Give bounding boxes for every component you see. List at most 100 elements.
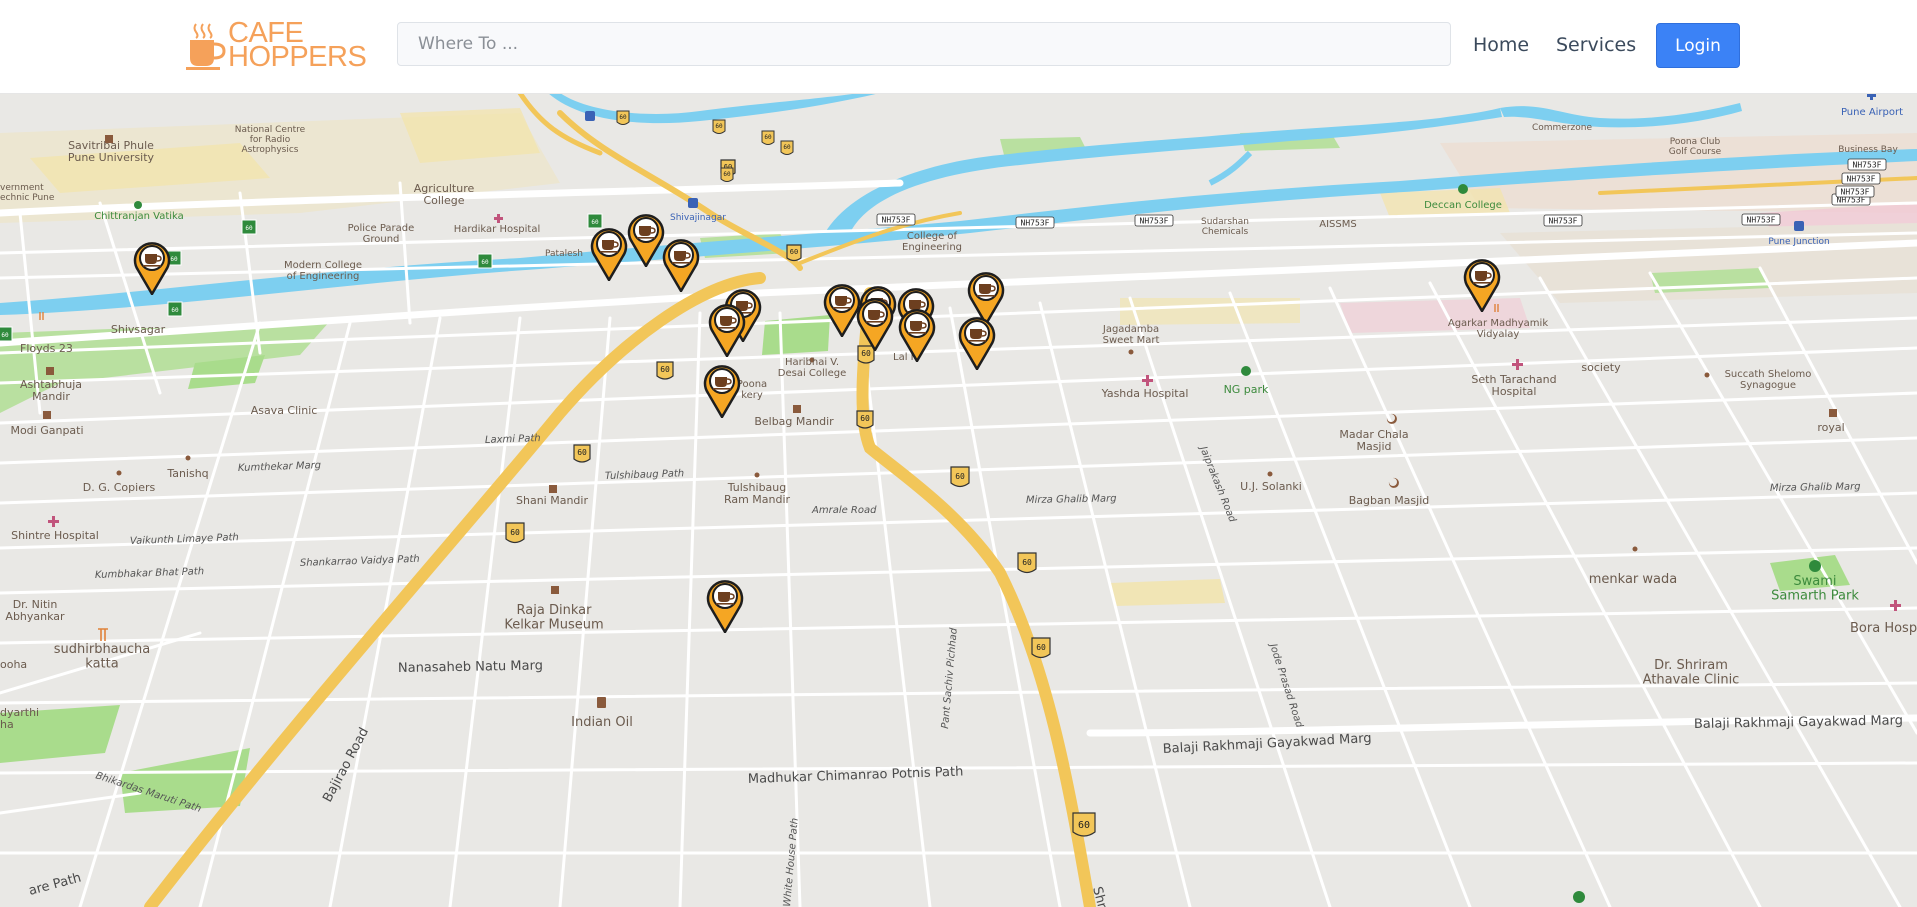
- place-label: Madar Chala Masjid: [1339, 428, 1408, 453]
- place-label: Shivajinagar: [670, 213, 726, 223]
- landmark-icon: [551, 586, 559, 594]
- road-label: Kumthekar Marg: [238, 460, 322, 474]
- landmark-icon: [46, 367, 54, 375]
- park-icon: [134, 201, 142, 209]
- nav-services-link[interactable]: Services: [1556, 34, 1636, 56]
- hospital-icon: [1512, 359, 1523, 370]
- nh-shield-label: NH753F: [1853, 161, 1882, 170]
- highway-shield-label: 60: [860, 414, 870, 423]
- place-label: Raja Dinkar Kelkar Museum: [504, 603, 603, 632]
- train-station-icon: [688, 198, 698, 208]
- hospital-icon: [48, 516, 59, 527]
- place-label: U.J. Solanki: [1240, 480, 1302, 493]
- map-view[interactable]: 60 60 60 60 60 60 60 60 60 60 60 60 60 6…: [0, 93, 1917, 907]
- place-label: Bagban Masjid: [1349, 494, 1430, 507]
- place-label: Indian Oil: [571, 715, 633, 730]
- road-label: Nanasaheb Natu Marg: [398, 658, 543, 676]
- navbar: CAFE HOPPERS Home Services Login: [0, 0, 1917, 94]
- highway-shield-label: 60: [660, 365, 670, 374]
- highway-shield-label: 60: [1036, 643, 1046, 652]
- place-label: royal: [1817, 421, 1844, 434]
- place-label: AISSMS: [1319, 219, 1356, 230]
- place-dot-icon: [754, 472, 760, 478]
- coffee-cup-icon: [186, 23, 226, 70]
- place-label: Pune Junction: [1768, 237, 1829, 247]
- landmark-icon: [1829, 409, 1837, 417]
- highway-shield-label: 60: [577, 448, 587, 457]
- place-label: D. G. Copiers: [83, 481, 156, 494]
- park-icon: [1809, 560, 1821, 572]
- nh-shield-label: NH753F: [1140, 217, 1169, 226]
- restaurant-icon: [98, 628, 108, 641]
- place-label: Dr. Shriram Athavale Clinic: [1643, 658, 1740, 687]
- place-label: NG park: [1224, 383, 1269, 396]
- cafe-marker[interactable]: [590, 228, 628, 281]
- landmark-icon: [549, 485, 557, 493]
- place-label: Seth Tarachand Hospital: [1471, 373, 1556, 398]
- place-label: Modern College of Engineering: [284, 260, 362, 282]
- place-label: Haribhai V. Desai College: [778, 357, 846, 379]
- road-label: Pant Sachiv Pichhad: [940, 627, 960, 729]
- park-icon: [1241, 366, 1251, 376]
- place-label: Tulshibaug Ram Mandir: [724, 481, 791, 506]
- place-label: Poona Club Golf Course: [1669, 137, 1722, 157]
- place-dot-icon: [1704, 372, 1710, 378]
- place-label: Savitribai Phule Pune University: [68, 139, 155, 164]
- park-icon: [1573, 891, 1585, 903]
- place-label: Sudarshan Chemicals: [1201, 217, 1249, 237]
- place-label: Asava Clinic: [251, 404, 318, 417]
- place-label: Yashda Hospital: [1101, 387, 1189, 400]
- road-label: Balaji Rakhmaji Gayakwad Marg: [1694, 713, 1903, 732]
- highway-shield-label: 60: [955, 472, 965, 481]
- nh-shield-label: NH753F: [1549, 217, 1578, 226]
- highway-shield-label: 60: [619, 114, 627, 121]
- road-label: Laxmi Path: [485, 433, 541, 446]
- road-label: Amrale Road: [811, 505, 877, 516]
- nh-shield-label: NH753F: [882, 216, 911, 225]
- highway-shield-label: 60: [861, 349, 871, 358]
- place-label: College of Engineering: [902, 231, 962, 253]
- place-label: Tanishq: [166, 467, 208, 480]
- place-label: Belbag Mandir: [754, 415, 834, 428]
- nh-shield-label: NH753F: [1747, 216, 1776, 225]
- train-station-icon: [585, 111, 595, 121]
- nav-home-link[interactable]: Home: [1473, 34, 1529, 56]
- logo-text-line2: HOPPERS: [228, 41, 367, 73]
- map-canvas[interactable]: 60 60 60 60 60 60 60 60 60 60 60 60 60 6…: [0, 93, 1917, 907]
- highway-shield-label: 60: [1078, 820, 1090, 831]
- highway-shield-label: 60: [783, 144, 791, 151]
- road-labels: Bajirao Road Nanasaheb Natu Marg Madhuka…: [27, 433, 1903, 907]
- place-label: menkar wada: [1589, 572, 1677, 587]
- highway-shield-label: 60: [1022, 558, 1032, 567]
- place-dot-icon: [185, 455, 191, 461]
- place-label: Commerzone: [1532, 123, 1592, 133]
- mosque-icon: [1388, 477, 1399, 488]
- highway-shield-label: 60: [510, 528, 520, 537]
- road-label: Bajirao Road: [320, 725, 372, 805]
- cafe-marker[interactable]: [958, 317, 996, 370]
- cafe-marker[interactable]: [967, 272, 1005, 325]
- state-shield-label: 60: [171, 307, 179, 314]
- nh-shield-label: NH753F: [1847, 175, 1876, 184]
- place-label: Hardikar Hospital: [454, 224, 541, 235]
- road-label: Mirza Ghalib Marg: [1770, 481, 1861, 494]
- fuel-icon: [597, 697, 606, 708]
- cafe-marker[interactable]: [662, 239, 700, 292]
- cafe-marker[interactable]: [133, 242, 171, 295]
- search-input[interactable]: [397, 22, 1451, 66]
- cafe-marker[interactable]: [708, 304, 746, 357]
- road-label: Mirza Ghalib Marg: [1026, 493, 1117, 506]
- state-shield-label: 60: [170, 256, 178, 263]
- place-label: Floyds 23: [20, 342, 73, 355]
- cafe-marker[interactable]: [706, 580, 744, 633]
- state-shield-label: 60: [1, 332, 9, 339]
- hospital-icon: [494, 214, 503, 223]
- place-label: Business Bay: [1838, 145, 1898, 155]
- place-label: Chittranjan Vatika: [94, 211, 184, 222]
- place-label: sudhirbhaucha katta: [54, 642, 151, 671]
- login-button[interactable]: Login: [1656, 23, 1740, 68]
- logo[interactable]: CAFE HOPPERS: [184, 19, 376, 73]
- landmark-icon: [43, 411, 51, 419]
- cafe-marker[interactable]: [703, 365, 741, 418]
- cafe-marker[interactable]: [823, 284, 861, 337]
